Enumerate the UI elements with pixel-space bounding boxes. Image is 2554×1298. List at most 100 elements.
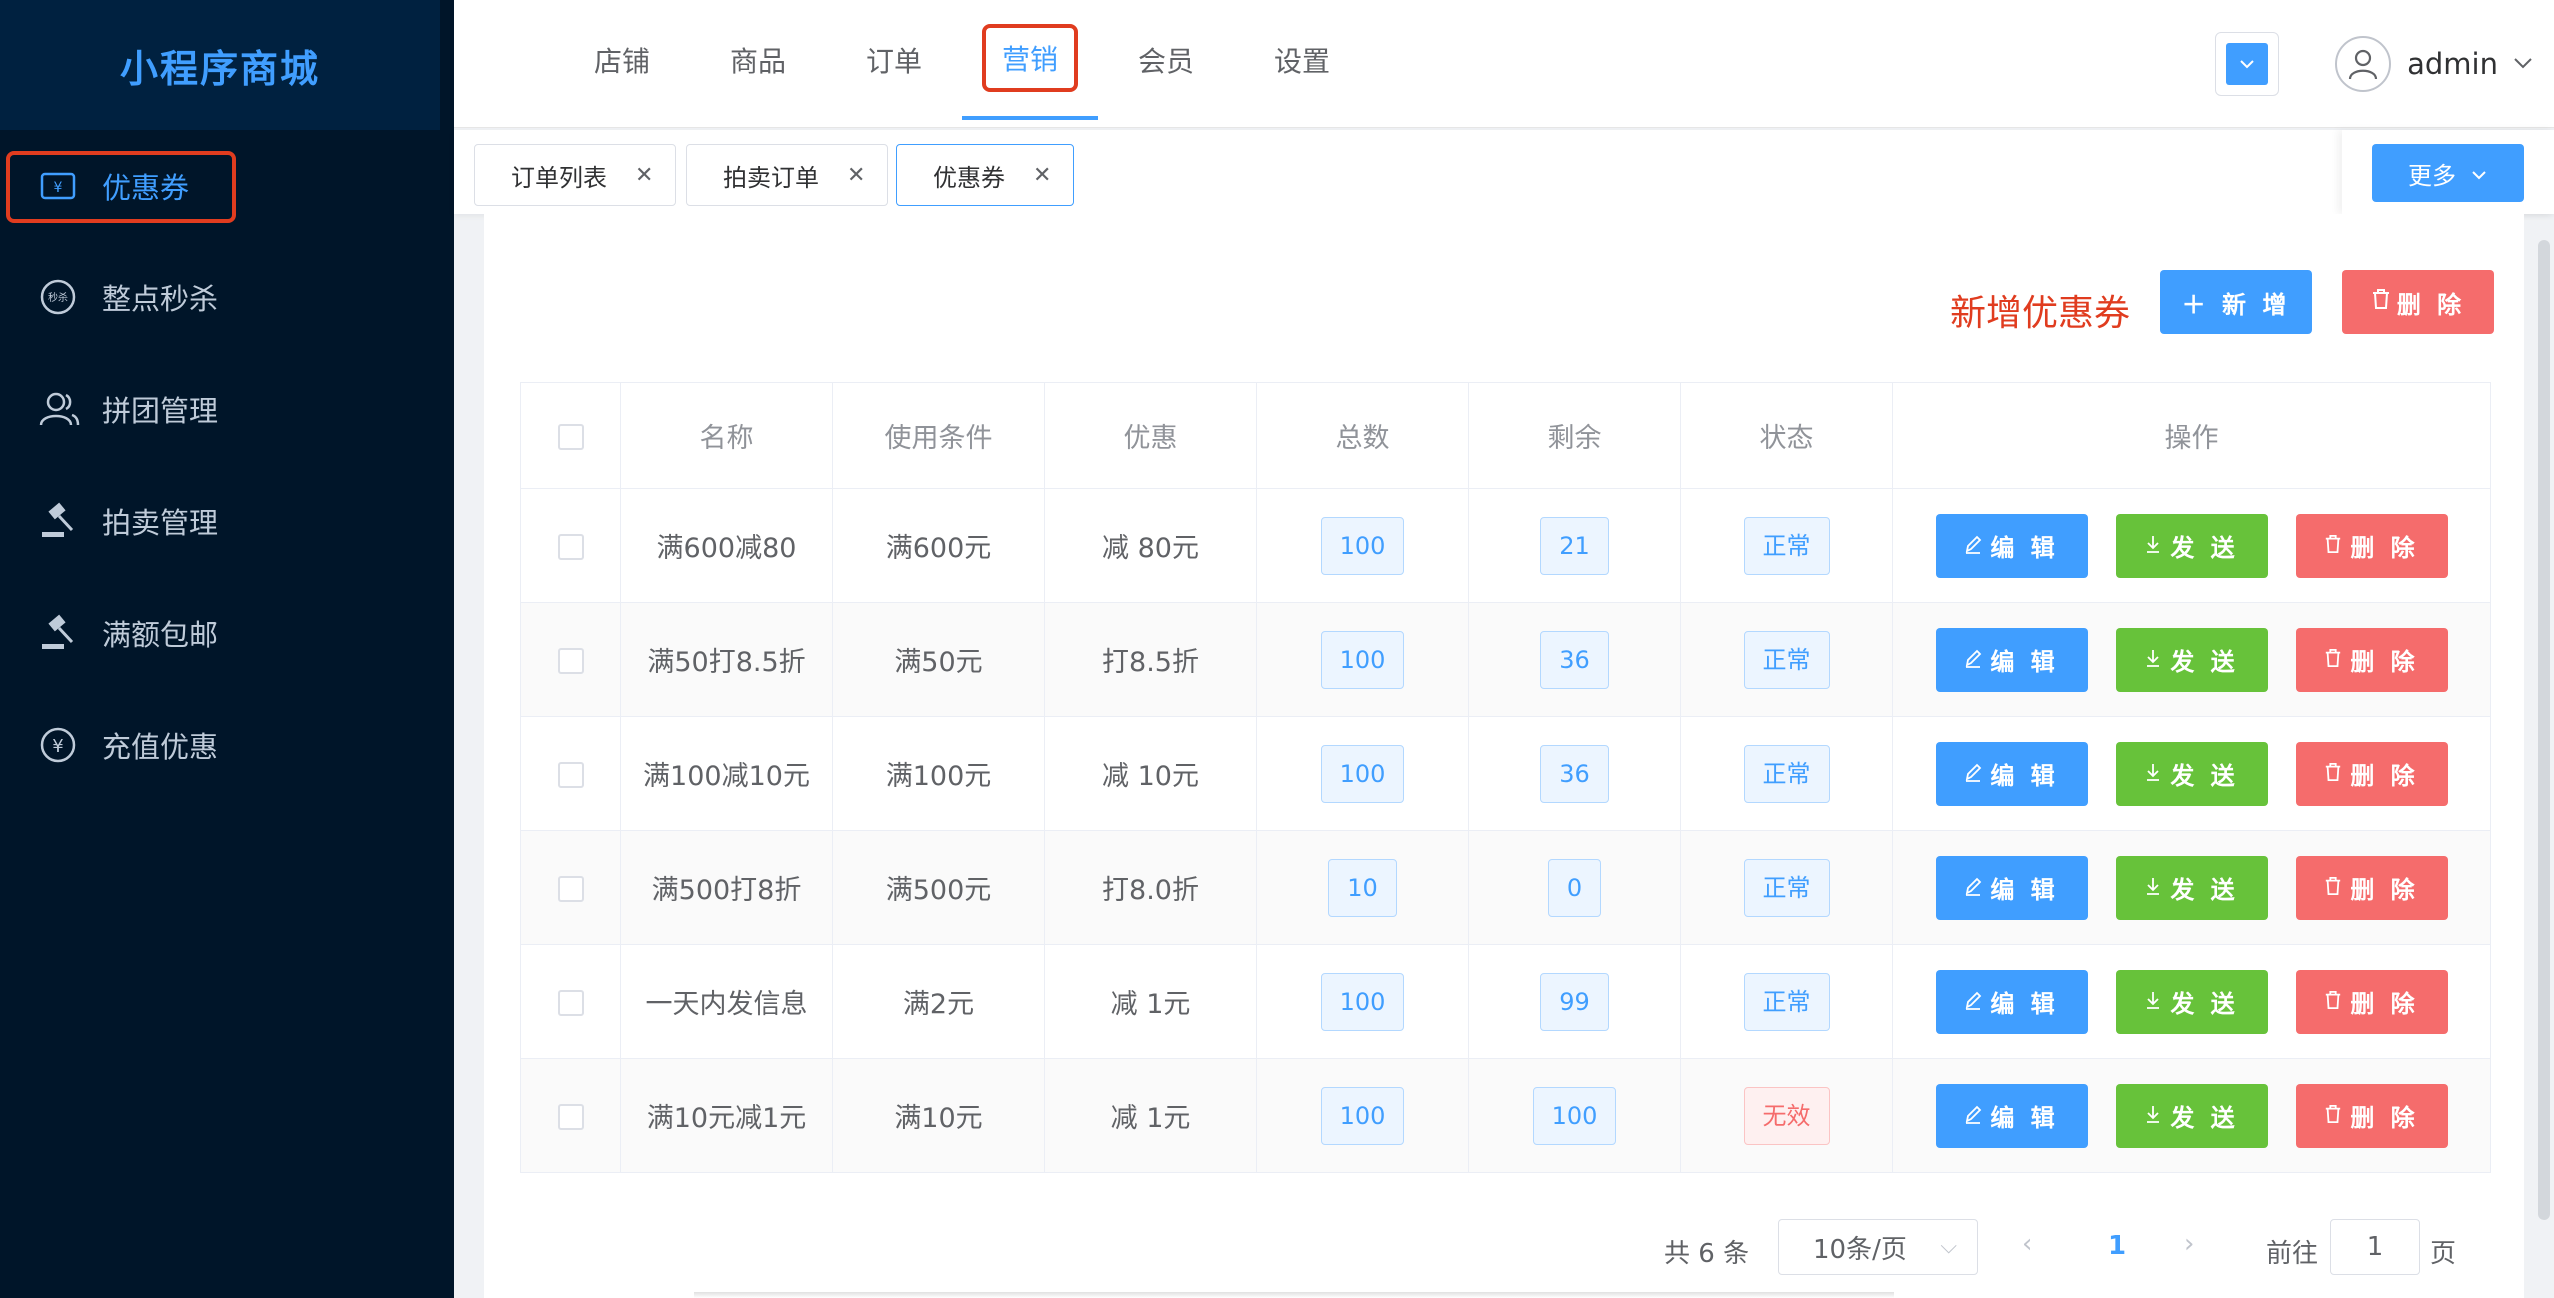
- pagination-total: 共 6 条: [1664, 1239, 1750, 1269]
- edit-button[interactable]: 编 辑: [1935, 741, 2088, 806]
- scrollbar[interactable]: [2538, 240, 2550, 1220]
- close-icon[interactable]: ✕: [1033, 163, 1051, 188]
- total-badge: 10: [1328, 858, 1397, 917]
- sidebar-item-flash-sale[interactable]: 秒杀 整点秒杀: [0, 265, 454, 329]
- header-total: 总数: [1256, 382, 1469, 489]
- edit-button[interactable]: 编 辑: [1935, 627, 2088, 692]
- app-title: 小程序商城: [119, 46, 320, 91]
- send-button[interactable]: 发 送: [2115, 627, 2268, 692]
- sidebar-item-label: 满额包邮: [102, 618, 219, 652]
- dropdown-button[interactable]: [2215, 32, 2280, 96]
- send-button[interactable]: 发 送: [2115, 513, 2268, 578]
- sidebar-item-recharge[interactable]: ¥ 充值优惠: [0, 713, 454, 777]
- cell-condition: 满100元: [832, 716, 1045, 831]
- cell-condition: 满50元: [832, 602, 1045, 717]
- trash-icon: [2324, 988, 2342, 1016]
- prev-page-icon[interactable]: ‹: [2022, 1229, 2032, 1259]
- cell-name: 满10元减1元: [620, 1058, 833, 1173]
- page-jump-input[interactable]: 1: [2330, 1219, 2420, 1275]
- more-wrap: 更多: [2342, 130, 2554, 214]
- edit-icon: [1964, 532, 1982, 560]
- edit-button[interactable]: 编 辑: [1935, 513, 2088, 578]
- total-badge: 100: [1320, 630, 1405, 689]
- row-checkbox[interactable]: [557, 647, 584, 674]
- edit-icon: [1964, 874, 1982, 902]
- table-row: 满500打8折 满500元 打8.0折 10 0 正常 编 辑发 送删 除: [520, 830, 2491, 945]
- sidebar-item-coupon[interactable]: ¥ 优惠券: [0, 151, 454, 223]
- trash-icon: [2324, 646, 2342, 674]
- row-delete-button[interactable]: 删 除: [2295, 741, 2448, 806]
- remain-badge: 21: [1540, 516, 1609, 575]
- sidebar-item-group[interactable]: 拼团管理: [0, 377, 454, 441]
- download-icon: [2144, 1102, 2162, 1130]
- remain-badge: 36: [1540, 744, 1609, 803]
- row-checkbox[interactable]: [557, 1103, 584, 1130]
- tab-auction-orders[interactable]: 拍卖订单 ✕: [686, 144, 888, 206]
- row-checkbox[interactable]: [557, 761, 584, 788]
- table-row: 满600减80 满600元减 80元 100 21 正常 编 辑发 送删 除: [520, 488, 2491, 603]
- header-discount: 优惠: [1044, 382, 1257, 489]
- send-button[interactable]: 发 送: [2115, 741, 2268, 806]
- more-button[interactable]: 更多: [2372, 144, 2524, 202]
- edit-button[interactable]: 编 辑: [1935, 855, 2088, 920]
- sidebar-item-auction[interactable]: 拍卖管理: [0, 489, 454, 553]
- sidebar-item-free-shipping[interactable]: 满额包邮: [0, 601, 454, 665]
- select-all-checkbox[interactable]: [557, 423, 584, 450]
- row-delete-button[interactable]: 删 除: [2295, 969, 2448, 1034]
- user-name[interactable]: admin: [2407, 47, 2498, 81]
- status-badge: 正常: [1743, 744, 1830, 803]
- trash-icon: [2324, 874, 2342, 902]
- tab-order-list[interactable]: 订单列表 ✕: [474, 144, 676, 206]
- edit-icon: [1964, 988, 1982, 1016]
- cell-name: 满600减80: [620, 488, 833, 603]
- table-row: 满100减10元 满100元减 10元 100 36 正常 编 辑发 送删 除: [520, 716, 2491, 831]
- edit-icon: [1964, 760, 1982, 788]
- close-icon[interactable]: ✕: [635, 163, 653, 188]
- edit-button[interactable]: 编 辑: [1935, 1083, 2088, 1148]
- table-row: 满10元减1元 满10元减 1元 100 100 无效 编 辑发 送删 除: [520, 1058, 2491, 1173]
- header-name: 名称: [620, 382, 833, 489]
- send-button[interactable]: 发 送: [2115, 855, 2268, 920]
- row-checkbox[interactable]: [557, 989, 584, 1016]
- chevron-down-icon[interactable]: [2512, 55, 2534, 74]
- auction-icon: [36, 499, 80, 543]
- current-page[interactable]: 1: [2108, 1231, 2126, 1261]
- top-nav: 店铺 商品 订单 营销 会员 设置: [554, 0, 1370, 128]
- row-delete-button[interactable]: 删 除: [2295, 627, 2448, 692]
- tab-coupon[interactable]: 优惠券 ✕: [896, 144, 1074, 206]
- next-page-icon[interactable]: ›: [2184, 1229, 2194, 1259]
- nav-settings[interactable]: 设置: [1234, 0, 1370, 120]
- row-actions: 编 辑发 送删 除: [1893, 1083, 2490, 1148]
- cell-discount: 减 80元: [1044, 488, 1257, 603]
- close-icon[interactable]: ✕: [847, 163, 865, 188]
- send-button[interactable]: 发 送: [2115, 1083, 2268, 1148]
- nav-marketing[interactable]: 营销: [962, 0, 1098, 120]
- nav-members[interactable]: 会员: [1098, 0, 1234, 120]
- status-badge: 正常: [1743, 972, 1830, 1031]
- row-delete-button[interactable]: 删 除: [2295, 513, 2448, 578]
- row-actions: 编 辑发 送删 除: [1893, 741, 2490, 806]
- download-icon: [2144, 874, 2162, 902]
- add-button[interactable]: ＋ 新 增: [2160, 270, 2312, 334]
- cell-condition: 满10元: [832, 1058, 1045, 1173]
- svg-text:秒杀: 秒杀: [48, 291, 68, 304]
- row-checkbox[interactable]: [557, 533, 584, 560]
- send-button[interactable]: 发 送: [2115, 969, 2268, 1034]
- delete-button[interactable]: 删 除: [2342, 270, 2494, 334]
- row-actions: 编 辑发 送删 除: [1893, 627, 2490, 692]
- download-icon: [2144, 988, 2162, 1016]
- row-delete-button[interactable]: 删 除: [2295, 855, 2448, 920]
- status-badge: 正常: [1743, 858, 1830, 917]
- avatar[interactable]: [2335, 36, 2392, 92]
- nav-shop[interactable]: 店铺: [554, 0, 690, 120]
- header-status: 状态: [1680, 382, 1893, 489]
- row-checkbox[interactable]: [557, 875, 584, 902]
- sidebar-item-label: 拼团管理: [102, 394, 219, 428]
- nav-orders[interactable]: 订单: [826, 0, 962, 120]
- row-delete-button[interactable]: 删 除: [2295, 1083, 2448, 1148]
- nav-products[interactable]: 商品: [690, 0, 826, 120]
- cell-condition: 满2元: [832, 944, 1045, 1059]
- edit-button[interactable]: 编 辑: [1935, 969, 2088, 1034]
- page-size-select[interactable]: 10条/页 ⌵: [1778, 1219, 1978, 1275]
- sidebar-item-label: 拍卖管理: [102, 506, 219, 540]
